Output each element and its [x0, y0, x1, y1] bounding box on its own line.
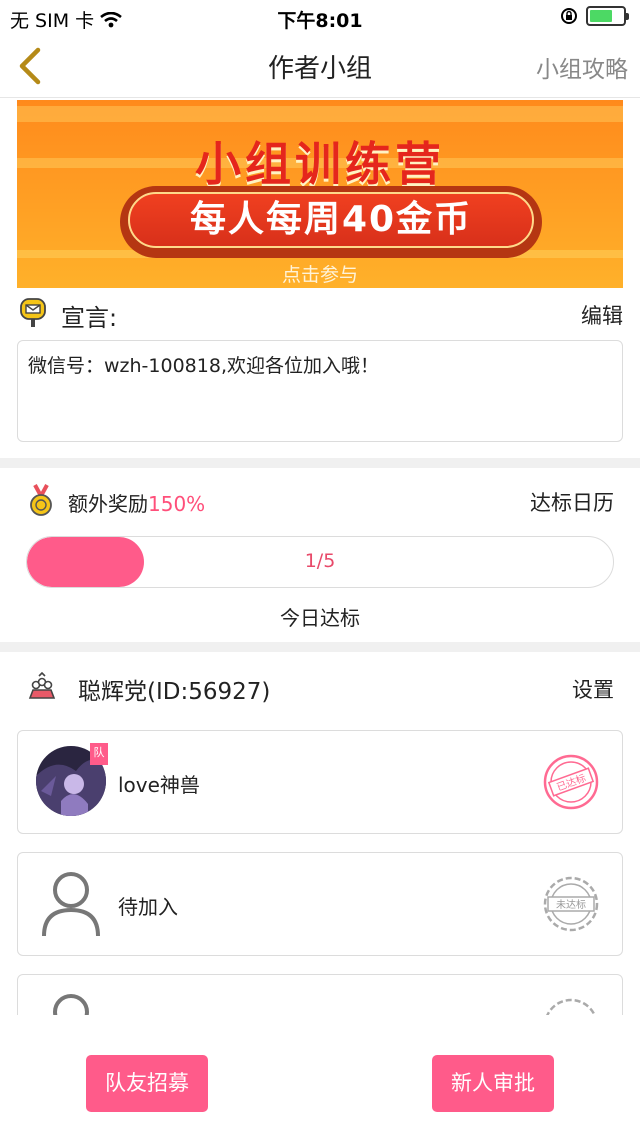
- not-achieved-stamp-icon: 未达标: [543, 876, 599, 932]
- achieved-stamp-icon: 已达标: [543, 754, 599, 810]
- reward-percent: 150%: [148, 492, 206, 516]
- medal-icon: [30, 484, 52, 516]
- banner-cta: 点击参与: [281, 264, 358, 286]
- member-name: 待加入: [118, 895, 178, 919]
- calendar-link[interactable]: 达标日历: [530, 487, 614, 517]
- team-name: 聪辉党(ID:56927): [78, 679, 271, 705]
- nav-bar: 作者小组 小组攻略: [0, 34, 640, 98]
- progress-bar: 1/5: [26, 536, 614, 588]
- captain-badge: 队: [90, 743, 108, 765]
- clock: 下午8:01: [277, 10, 363, 32]
- declaration-text: 微信号：wzh-100818,欢迎各位加入哦！: [17, 340, 623, 442]
- member-name: love神兽: [118, 773, 200, 797]
- member-card[interactable]: 待加入 未达标: [17, 852, 623, 956]
- divider: [0, 458, 640, 468]
- today-label: 今日达标: [280, 606, 360, 630]
- edit-button[interactable]: 编辑: [581, 300, 623, 330]
- banner-pill-text: 每人每周40金币: [128, 192, 534, 248]
- battery-icon: [586, 6, 629, 26]
- settings-link[interactable]: 设置: [572, 674, 614, 704]
- banner-title: 小组训练营: [195, 137, 445, 191]
- rotation-lock-icon: [561, 8, 577, 24]
- banner-pill: 每人每周40金币: [120, 186, 542, 258]
- member-card[interactable]: 队 love神兽 已达标: [17, 730, 623, 834]
- person-placeholder-icon: [42, 872, 100, 937]
- reward-label: 额外奖励150%: [68, 488, 205, 517]
- progress-text: 1/5: [304, 550, 336, 572]
- recruit-button[interactable]: 队友招募: [86, 1055, 208, 1112]
- team-icon: [28, 672, 56, 699]
- mailbox-icon: [20, 298, 46, 327]
- training-camp-banner[interactable]: 小组训练营 每人每周40金币 点击参与: [17, 100, 623, 288]
- not-achieved-stamp-text: 未达标: [556, 899, 586, 911]
- declaration-label: 宣言:: [61, 304, 118, 332]
- divider: [0, 642, 640, 652]
- team-header: 聪辉党(ID:56927) 设置: [26, 670, 614, 706]
- status-bar: 无 SIM 卡 下午8:01: [0, 0, 640, 34]
- group-guide-link[interactable]: 小组攻略: [536, 50, 628, 84]
- status-right: [560, 6, 629, 26]
- approve-button[interactable]: 新人审批: [432, 1055, 554, 1112]
- reward-label-text: 额外奖励: [68, 492, 148, 516]
- declaration-header: 宣言: 编辑: [17, 296, 623, 334]
- reward-header: 额外奖励150% 达标日历: [26, 484, 614, 520]
- bottom-bar: 队友招募 新人审批: [0, 1015, 640, 1138]
